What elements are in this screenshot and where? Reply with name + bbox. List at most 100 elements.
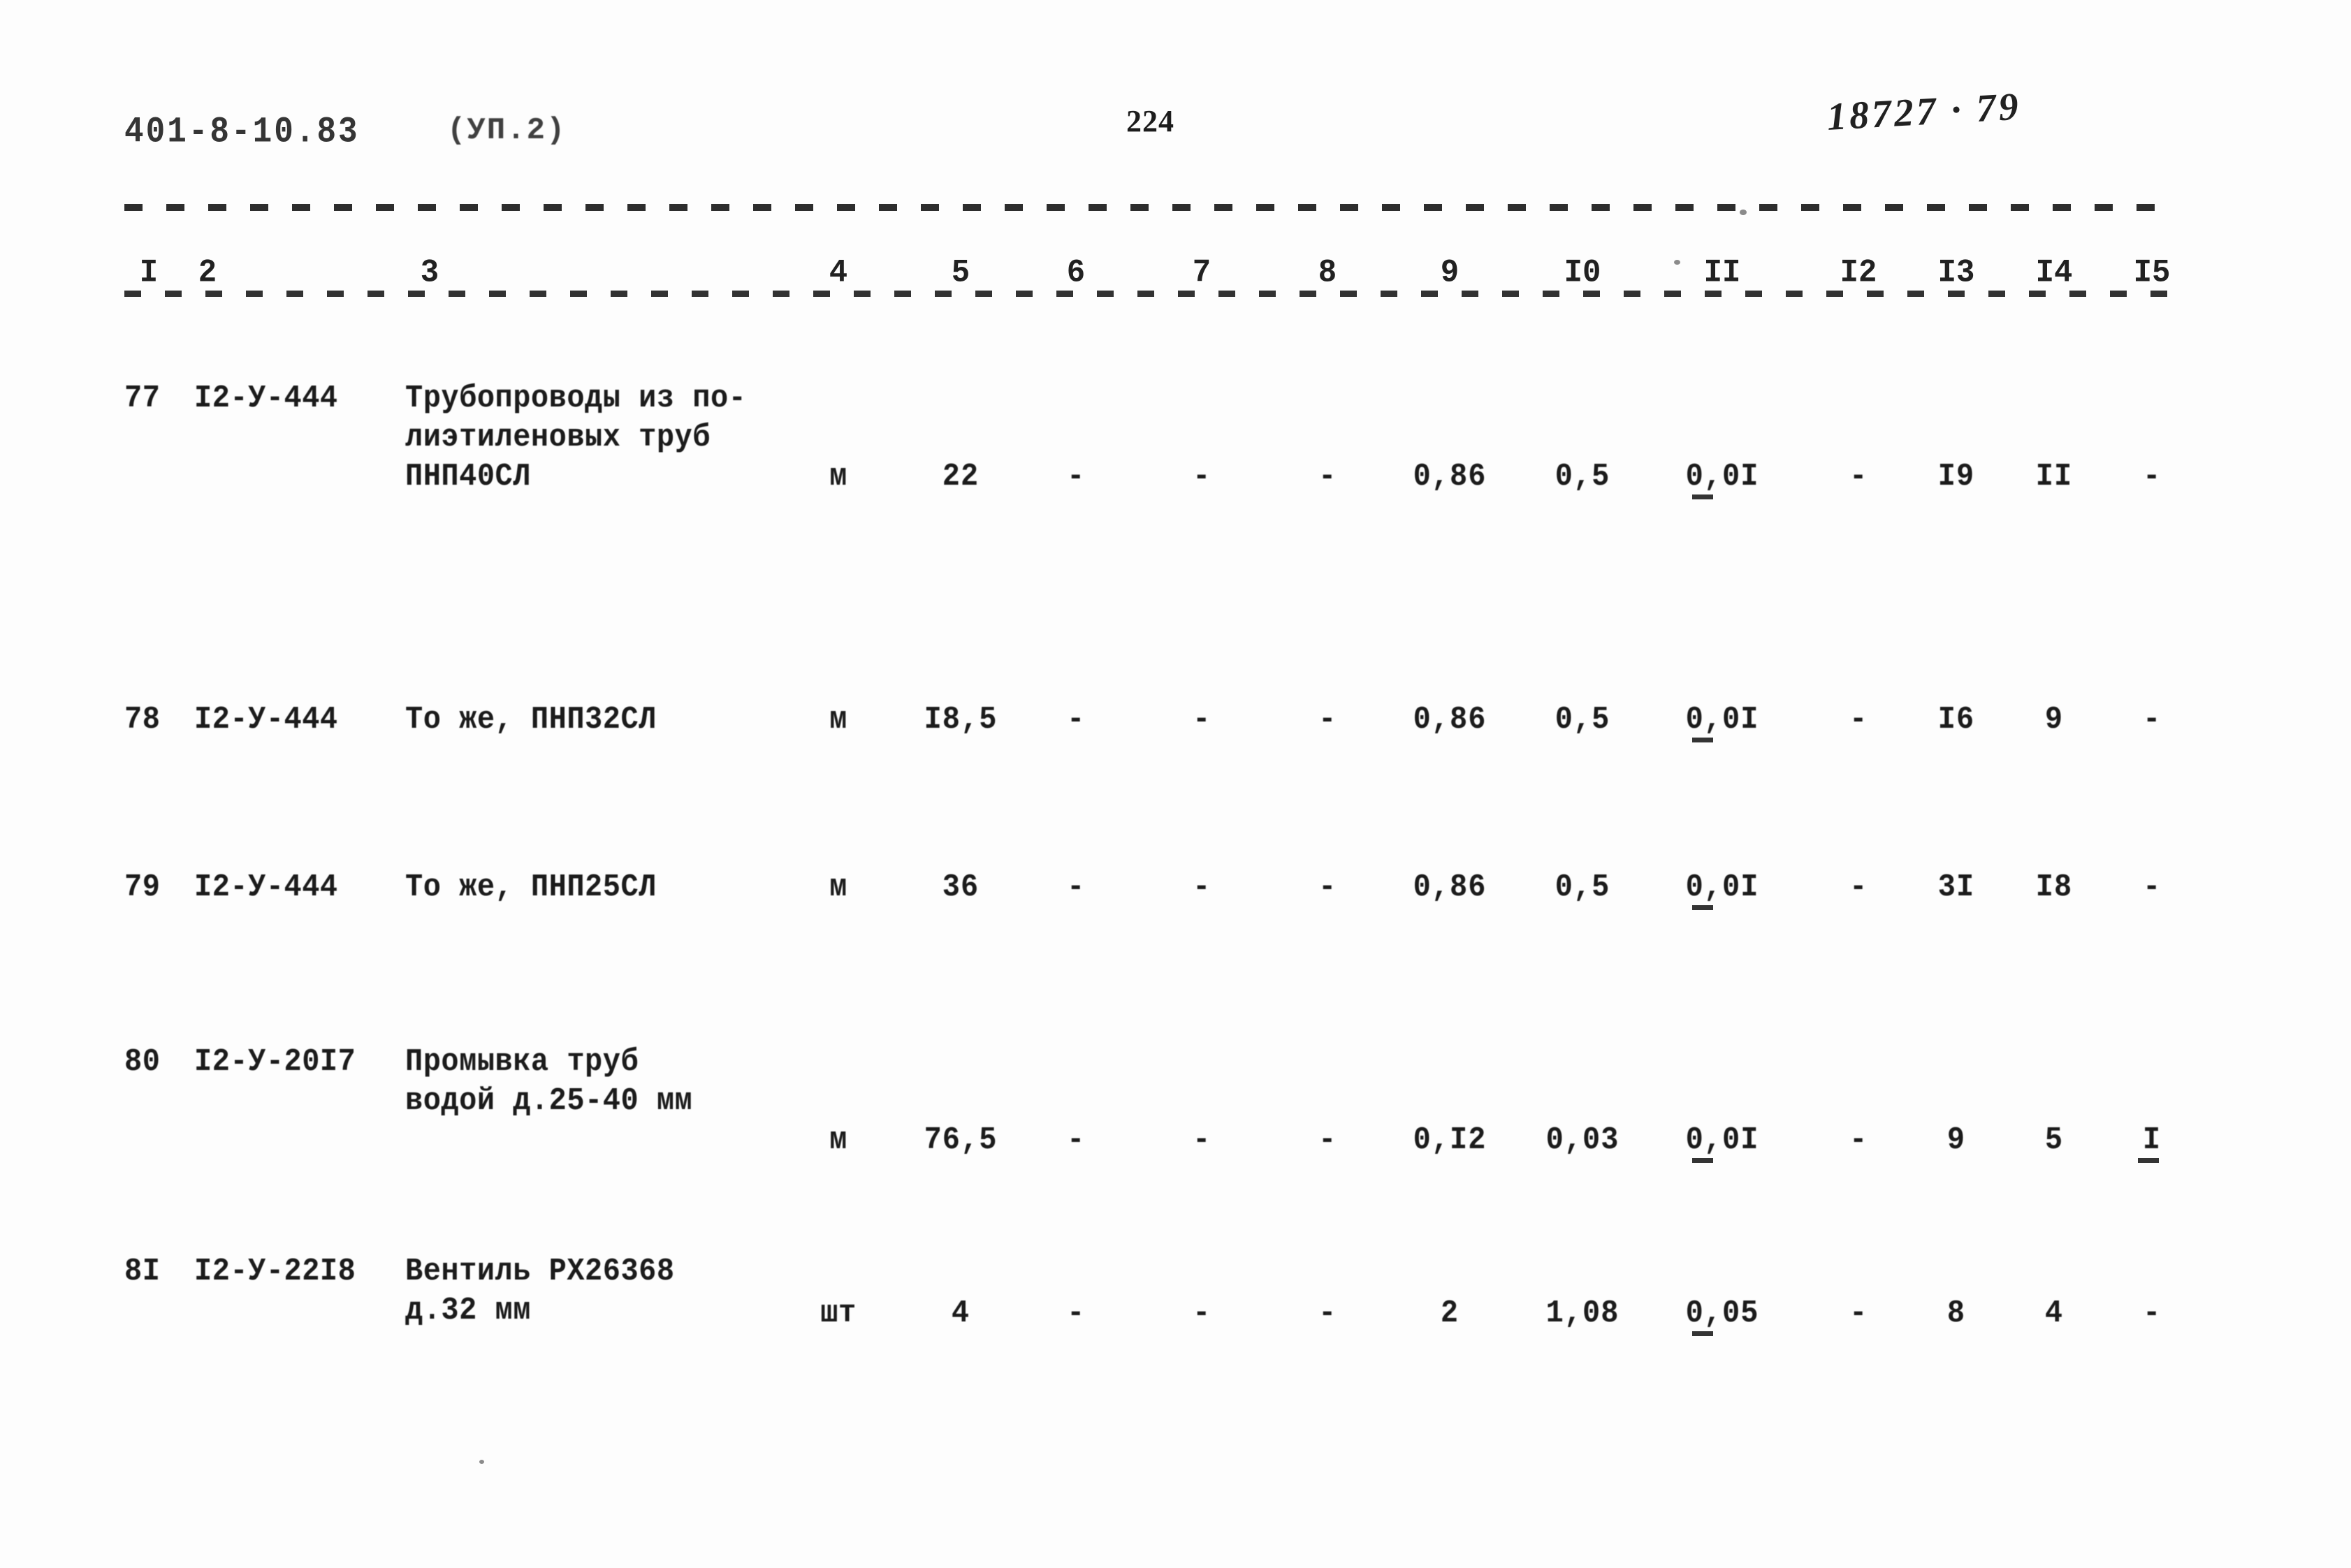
cell-col-11: 0,0I <box>1685 1122 1759 1159</box>
header-handwritten-note: 18727 · 79 <box>1826 85 2023 139</box>
cell-col-14: 9 <box>2044 701 2064 738</box>
cell-col-13: 9 <box>1946 1122 1966 1159</box>
cell-description-line: водой д.25-40 мм <box>405 1083 693 1120</box>
cell-col-9: 0,86 <box>1413 869 1487 906</box>
column-number-8: 8 <box>1318 254 1337 292</box>
value-underline-mark <box>2138 1158 2159 1163</box>
column-number-4: 4 <box>829 254 848 292</box>
cell-col-10: 0,5 <box>1555 701 1610 738</box>
header-section-marker: (УП.2) <box>447 113 567 148</box>
column-number-2: 2 <box>198 254 217 292</box>
cell-col-8: - <box>1318 1295 1337 1332</box>
value-underline-mark <box>1692 494 1713 499</box>
scan-speckle <box>1674 260 1680 265</box>
cell-col-10: 0,5 <box>1555 869 1610 906</box>
column-number-14: I4 <box>2035 254 2073 292</box>
column-number-15: I5 <box>2133 254 2171 292</box>
cell-norm-code: I2-У-22I8 <box>194 1253 356 1290</box>
page-header: 401-8-10.83 (УП.2) 224 18727 · 79 <box>0 85 2351 175</box>
cell-col-9: 0,86 <box>1413 458 1487 495</box>
cell-col-9: 0,86 <box>1413 701 1487 738</box>
column-number-9: 9 <box>1440 254 1460 292</box>
cell-col-15: - <box>2143 458 2161 495</box>
cell-col-8: - <box>1318 701 1337 738</box>
cell-col-7: - <box>1193 458 1211 495</box>
cell-col-7: - <box>1193 869 1211 906</box>
cell-col-10: 0,03 <box>1545 1122 1620 1159</box>
cell-col-7: - <box>1193 701 1211 738</box>
cell-col-6: - <box>1067 458 1085 495</box>
column-number-1: I <box>139 254 159 292</box>
cell-col-13: 3I <box>1937 869 1975 906</box>
column-number-12: I2 <box>1840 254 1877 292</box>
cell-col-11: 0,0I <box>1685 701 1759 738</box>
cell-col-12: - <box>1849 1295 1868 1332</box>
table-top-dashed-rule <box>124 204 2171 211</box>
cell-col-12: - <box>1849 869 1868 906</box>
column-number-3: 3 <box>420 254 439 292</box>
cell-col-15: - <box>2143 701 2161 738</box>
cell-unit: м <box>829 1122 847 1159</box>
value-underline-mark <box>1692 1331 1713 1336</box>
cell-col-8: - <box>1318 869 1337 906</box>
cell-col-11: 0,05 <box>1685 1295 1759 1332</box>
cell-description-line: То же, ПНП32СЛ <box>405 701 657 738</box>
cell-col-5: 22 <box>942 458 980 495</box>
cell-unit: м <box>829 458 847 495</box>
column-number-5: 5 <box>951 254 970 292</box>
cell-norm-code: I2-У-444 <box>194 869 338 906</box>
cell-col-14: II <box>2035 458 2073 495</box>
cell-description-line: Промывка труб <box>405 1043 639 1080</box>
cell-col-10: 0,5 <box>1555 458 1610 495</box>
table-column-numbers: I 2 3 4 5 6 7 8 9 I0 II I2 I3 I4 I5 <box>0 254 2351 305</box>
value-underline-mark <box>1692 738 1713 742</box>
cell-col-8: - <box>1318 458 1337 495</box>
cell-col-12: - <box>1849 1122 1868 1159</box>
cell-col-14: 5 <box>2044 1122 2064 1159</box>
cell-col-15: - <box>2143 1295 2161 1332</box>
cell-col-7: - <box>1193 1122 1211 1159</box>
cell-col-11: 0,0I <box>1685 869 1759 906</box>
scan-speckle <box>1740 210 1747 215</box>
cell-description-line: Трубопроводы из по- <box>405 380 747 417</box>
cell-item-number: 8I <box>124 1253 161 1290</box>
cell-col-10: 1,08 <box>1545 1295 1620 1332</box>
cell-col-12: - <box>1849 458 1868 495</box>
cell-col-6: - <box>1067 1295 1085 1332</box>
value-underline-mark <box>1692 1158 1713 1163</box>
cell-unit: м <box>829 869 847 906</box>
cell-col-15: - <box>2143 869 2161 906</box>
cell-col-8: - <box>1318 1122 1337 1159</box>
cell-unit: шт <box>820 1295 857 1332</box>
cell-item-number: 78 <box>124 701 161 738</box>
cell-description-line: То же, ПНП25СЛ <box>405 869 657 906</box>
column-number-6: 6 <box>1066 254 1086 292</box>
cell-col-12: - <box>1849 701 1868 738</box>
cell-col-9: 2 <box>1440 1295 1460 1332</box>
cell-col-13: 8 <box>1946 1295 1966 1332</box>
cell-col-6: - <box>1067 869 1085 906</box>
cell-col-6: - <box>1067 1122 1085 1159</box>
cell-col-14: 4 <box>2044 1295 2064 1332</box>
page-number: 224 <box>1126 104 1174 138</box>
cell-col-6: - <box>1067 701 1085 738</box>
cell-col-11: 0,0I <box>1685 458 1759 495</box>
header-document-code: 401-8-10.83 <box>124 112 360 153</box>
cell-norm-code: I2-У-20I7 <box>194 1043 356 1080</box>
column-number-10: I0 <box>1564 254 1601 292</box>
cell-item-number: 79 <box>124 869 161 906</box>
cell-col-5: I8,5 <box>924 701 998 738</box>
document-page: 401-8-10.83 (УП.2) 224 18727 · 79 I23456… <box>0 0 2351 1568</box>
cell-col-5: 76,5 <box>924 1122 998 1159</box>
cell-description-line: д.32 мм <box>405 1292 531 1329</box>
value-underline-mark <box>1692 905 1713 910</box>
cell-unit: м <box>829 701 847 738</box>
cell-description-line: ПНП40СЛ <box>405 458 531 495</box>
cell-norm-code: I2-У-444 <box>194 380 338 417</box>
cell-item-number: 77 <box>124 380 161 417</box>
cell-col-13: I9 <box>1937 458 1975 495</box>
cell-col-13: I6 <box>1937 701 1975 738</box>
cell-col-9: 0,I2 <box>1413 1122 1487 1159</box>
cell-description-line: Вентиль РX26368 <box>405 1253 675 1290</box>
cell-col-14: I8 <box>2035 869 2073 906</box>
